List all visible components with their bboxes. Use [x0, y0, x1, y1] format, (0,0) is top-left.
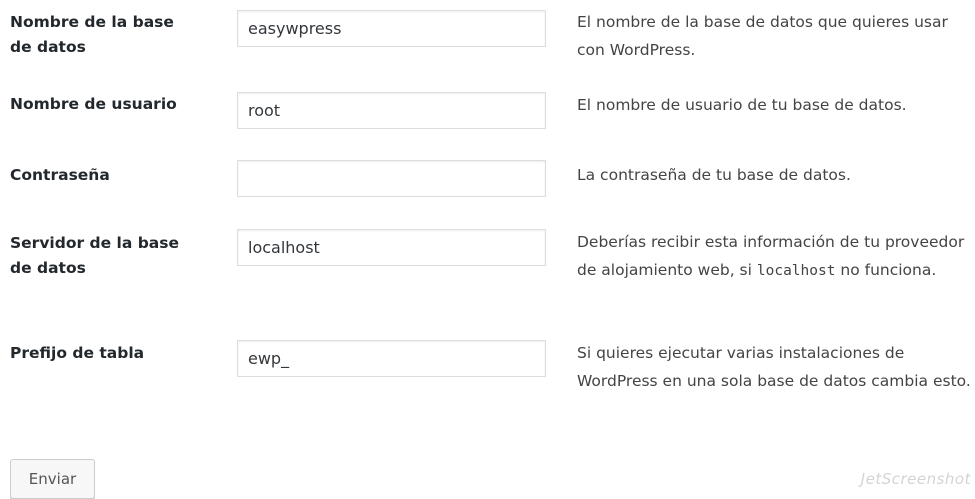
prefix-label: Prefijo de tabla	[10, 344, 145, 362]
prefix-description: Si quieres ejecutar varias instalaciones…	[577, 344, 971, 390]
dbhost-description-code: localhost	[756, 263, 836, 279]
dbhost-description-tail: no funciona.	[835, 261, 937, 279]
username-input[interactable]	[237, 92, 546, 129]
dbhost-label: Servidor de la base de datos	[10, 234, 179, 277]
dbname-label: Nombre de la base de datos	[10, 13, 174, 56]
dbname-description: El nombre de la base de datos que quiere…	[577, 13, 948, 59]
watermark: JetScreenshot	[860, 470, 971, 488]
username-label: Nombre de usuario	[10, 95, 177, 113]
password-label: Contraseña	[10, 166, 110, 184]
dbname-input[interactable]	[237, 10, 546, 47]
password-description: La contraseña de tu base de datos.	[577, 166, 851, 184]
submit-button[interactable]: Enviar	[10, 459, 95, 499]
password-input[interactable]	[237, 160, 546, 197]
prefix-input[interactable]	[237, 340, 546, 377]
username-description: El nombre de usuario de tu base de datos…	[577, 96, 907, 114]
dbhost-description: Deberías recibir esta información de tu …	[577, 228, 972, 285]
dbhost-input[interactable]	[237, 229, 546, 266]
